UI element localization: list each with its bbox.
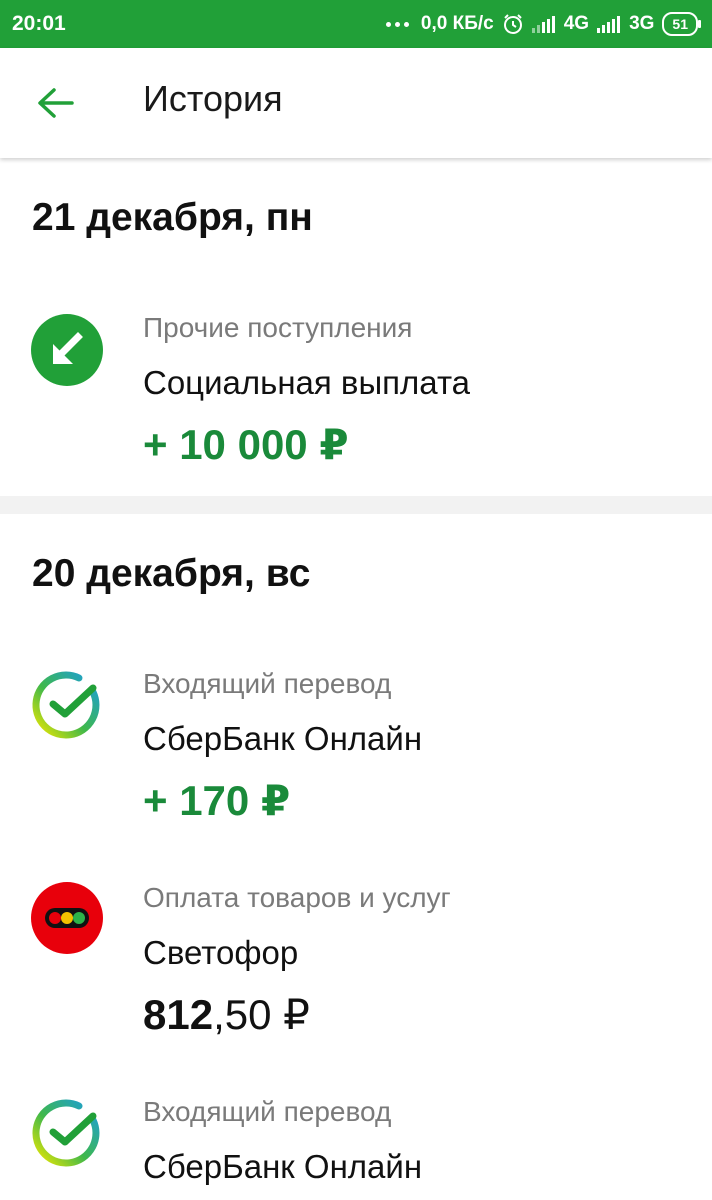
section-divider — [0, 496, 712, 514]
date-header: 20 декабря, вс — [32, 552, 311, 595]
transaction-item[interactable]: Входящий перевод СберБанк Онлайн + 170 ₽ — [0, 658, 712, 838]
sberbank-logo-icon — [32, 1099, 100, 1167]
status-time: 20:01 — [12, 12, 66, 35]
transaction-category: Оплата товаров и услуг — [143, 882, 451, 913]
network-speed: 0,0 КБ/с — [420, 13, 494, 34]
transaction-amount: + 10 000 ₽ — [143, 421, 349, 468]
back-arrow-icon[interactable] — [36, 86, 76, 120]
date-header: 21 декабря, пн — [32, 196, 313, 239]
transaction-category: Прочие поступления — [143, 312, 413, 343]
transaction-name: Светофор — [143, 934, 299, 971]
status-bar: 20:01 0,0 КБ/с 4G 3G 51 — [0, 0, 712, 48]
alarm-icon — [503, 14, 522, 34]
svetofor-logo-icon — [31, 882, 103, 954]
status-indicators: 0,0 КБ/с 4G 3G 51 — [385, 12, 701, 36]
incoming-arrow-icon — [31, 314, 103, 386]
transaction-item[interactable]: Прочие поступления Социальная выплата + … — [0, 300, 712, 480]
battery-icon: 51 — [662, 12, 701, 36]
network-type-2: 3G — [629, 13, 655, 34]
transaction-amount: 812,50 ₽ — [143, 990, 310, 1039]
amount-integer: 812 — [143, 991, 214, 1038]
transaction-name: СберБанк Онлайн — [143, 720, 423, 757]
transaction-item[interactable]: Входящий перевод СберБанк Онлайн — [0, 1086, 712, 1200]
amount-fraction: ,50 ₽ — [213, 991, 310, 1038]
signal-icon — [531, 16, 555, 33]
transaction-name: Социальная выплата — [143, 364, 471, 401]
transaction-amount: + 170 ₽ — [143, 777, 291, 824]
transaction-category: Входящий перевод — [143, 1096, 392, 1127]
transaction-item[interactable]: Оплата товаров и услуг Светофор 812,50 ₽ — [0, 872, 712, 1062]
more-notifications-icon — [385, 21, 409, 27]
sberbank-logo-icon — [32, 671, 100, 739]
app-bar: История — [0, 48, 712, 158]
transaction-name: СберБанк Онлайн — [143, 1148, 423, 1185]
transaction-category: Входящий перевод — [143, 668, 392, 699]
network-type-1: 4G — [563, 13, 590, 34]
page-title: История — [143, 78, 283, 119]
signal-icon-2 — [597, 16, 621, 33]
